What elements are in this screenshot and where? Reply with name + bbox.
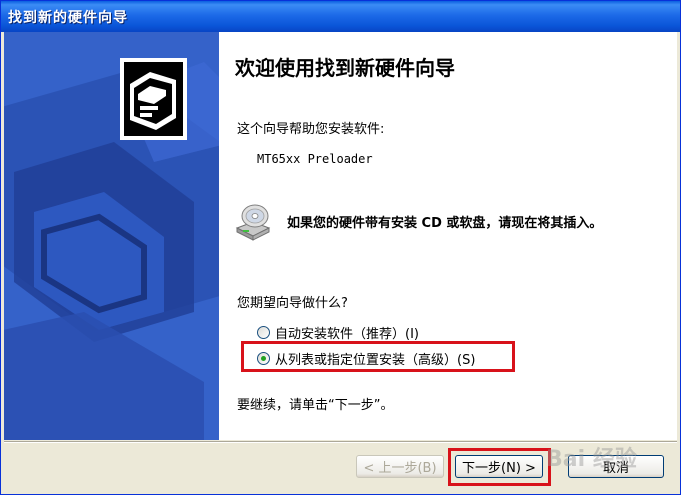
wizard-heading: 欢迎使用找到新硬件向导 — [235, 56, 455, 80]
radio-list-install[interactable] — [257, 352, 270, 365]
next-button[interactable]: 下一步(N) > — [455, 455, 543, 478]
option-auto-install-label: 自动安装软件（推荐）(I) — [275, 327, 419, 342]
back-button[interactable]: < 上一步(B) — [356, 455, 444, 478]
cd-drive-icon — [233, 202, 273, 242]
wizard-side-banner — [4, 32, 219, 440]
window-title: 找到新的硬件向导 — [8, 9, 128, 26]
continue-text: 要继续，请单击“下一步”。 — [237, 398, 394, 413]
title-bar[interactable]: 找到新的硬件向导 — [1, 1, 680, 32]
option-auto-install[interactable]: 自动安装软件（推荐）(I) — [257, 323, 419, 342]
radio-auto-install[interactable] — [257, 326, 270, 339]
cd-prompt-text: 如果您的硬件带有安装 CD 或软盘，请现在将其插入。 — [287, 216, 603, 231]
button-separator — [4, 441, 677, 443]
question-text: 您期望向导做什么? — [237, 296, 348, 311]
wizard-window: 找到新的硬件向导 欢迎使用找到新硬件向导 这个向导帮助您安装软件: MT65xx… — [0, 0, 681, 495]
intro-text: 这个向导帮助您安装软件: — [237, 122, 385, 137]
wizard-content: 欢迎使用找到新硬件向导 这个向导帮助您安装软件: MT65xx Preloade… — [4, 32, 677, 440]
option-list-install[interactable]: 从列表或指定位置安装（高级）(S) — [257, 349, 475, 368]
hardware-box-icon — [120, 58, 187, 140]
wizard-body: 欢迎使用找到新硬件向导 这个向导帮助您安装软件: MT65xx Preloade… — [219, 32, 677, 440]
option-list-install-label: 从列表或指定位置安装（高级）(S) — [275, 353, 476, 368]
cancel-button[interactable]: 取消 — [568, 455, 664, 478]
device-name: MT65xx Preloader — [257, 152, 373, 166]
